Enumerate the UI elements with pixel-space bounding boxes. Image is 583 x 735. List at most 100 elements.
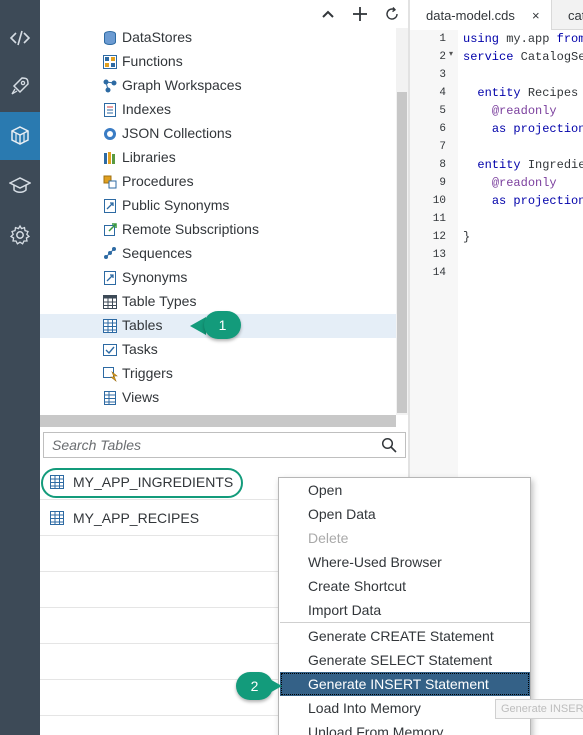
menu-separator	[280, 622, 530, 623]
menu-item-label: Generate CREATE Statement	[308, 628, 494, 644]
sidebar-item-learning[interactable]	[0, 161, 40, 209]
close-icon[interactable]: ×	[532, 8, 540, 23]
tree-item-label: Indexes	[122, 101, 172, 117]
refresh-icon	[386, 7, 398, 20]
collapse-button[interactable]	[318, 4, 338, 24]
tree-item-datastores[interactable]: DataStores	[40, 26, 396, 50]
editor-tabbar: data-model.cds × cat	[410, 0, 583, 30]
line-number: 5	[439, 105, 446, 117]
sequence-icon	[104, 247, 116, 259]
trigger-icon	[103, 367, 118, 382]
table-type-icon	[103, 295, 117, 309]
datastore-icon	[104, 31, 116, 45]
code-line: 12}	[410, 229, 583, 247]
procedure-icon	[103, 175, 117, 189]
tree-item-label: Synonyms	[122, 269, 188, 285]
menu-item-label: Unload From Memory	[308, 724, 444, 735]
tree-item-label: Tasks	[122, 341, 158, 357]
code-line: 5 @readonly	[410, 103, 583, 121]
tab-label: data-model.cds	[426, 7, 515, 23]
menu-item-generate-select-statement[interactable]: Generate SELECT Statement	[280, 648, 530, 672]
fold-icon[interactable]: ▾	[449, 49, 453, 59]
code-text: @readonly	[491, 104, 557, 118]
sidebar-item-development[interactable]	[0, 14, 40, 62]
task-icon	[103, 344, 117, 356]
chevron-up-icon	[322, 10, 334, 18]
tree-horizontal-scrollbar[interactable]	[40, 415, 396, 427]
tree-item-label: Procedures	[122, 173, 194, 189]
code-text: }	[463, 230, 471, 244]
index-icon	[104, 103, 116, 117]
tree-item-libraries[interactable]: Libraries	[40, 146, 396, 170]
tree-item-remote-subscriptions[interactable]: Remote Subscriptions	[40, 218, 396, 242]
code-line: 3	[410, 67, 583, 85]
remote-subscription-icon	[104, 223, 117, 236]
tree-item-synonyms[interactable]: Synonyms	[40, 266, 396, 290]
refresh-button[interactable]	[382, 4, 402, 24]
public-synonym-icon	[104, 199, 116, 213]
menu-item-create-shortcut[interactable]: Create Shortcut	[280, 574, 530, 598]
context-menu: Open Open Data Delete Where-Used Browser Cre…	[278, 477, 531, 735]
code-line: 13	[410, 247, 583, 265]
search-input[interactable]	[44, 433, 374, 457]
menu-item-label: Where-Used Browser	[308, 554, 442, 570]
code-line: 14	[410, 265, 583, 283]
callout-2-pointer	[266, 677, 282, 695]
tree-item-label: Remote Subscriptions	[122, 221, 259, 237]
line-number: 9	[439, 177, 446, 189]
tree-item-json-collections[interactable]: JSON Collections	[40, 122, 396, 146]
gear-icon	[9, 224, 31, 245]
tree-item-public-synonyms[interactable]: Public Synonyms	[40, 194, 396, 218]
menu-item-label: Open	[308, 482, 343, 498]
code-text: entity Ingredient	[477, 158, 583, 172]
tree-item-graph-workspaces[interactable]: Graph Workspaces	[40, 74, 396, 98]
tree-item-indexes[interactable]: Indexes	[40, 98, 396, 122]
tab-data-model[interactable]: data-model.cds	[410, 0, 552, 30]
menu-item-load-into-memory[interactable]: Load Into Memory	[280, 696, 530, 720]
menu-item-open-data[interactable]: Open Data	[280, 502, 530, 526]
tree-item-label: Sequences	[122, 245, 193, 261]
synonym-icon	[104, 271, 116, 285]
code-text: using my.app from	[463, 32, 583, 46]
menu-item-generate-insert-statement[interactable]: Generate INSERT Statement	[280, 672, 530, 696]
add-button[interactable]	[350, 4, 370, 24]
sidebar-item-settings[interactable]	[0, 211, 40, 259]
line-number: 6	[439, 123, 446, 135]
sidebar-item-database-explorer[interactable]	[0, 112, 40, 160]
tree-scrollbar-thumb[interactable]	[397, 92, 407, 413]
function-icon	[103, 55, 117, 69]
graph-icon	[103, 79, 117, 93]
sidebar-item-deploy[interactable]	[0, 62, 40, 110]
tree-item-functions[interactable]: Functions	[40, 50, 396, 74]
menu-item-generate-create-statement[interactable]: Generate CREATE Statement	[280, 624, 530, 648]
tree-item-label: JSON Collections	[122, 125, 232, 141]
menu-item-label: Open Data	[308, 506, 376, 522]
code-line: 7	[410, 139, 583, 157]
tree-item-label: Graph Workspaces	[122, 77, 242, 93]
code-line: 6 as projection o	[410, 121, 583, 139]
code-line: 10 as projection o	[410, 193, 583, 211]
menu-tooltip: Generate INSERT Statement	[495, 699, 583, 719]
tree-item-label: Tables	[122, 317, 163, 333]
search-icon[interactable]	[381, 437, 397, 453]
menu-item-where-used-browser[interactable]: Where-Used Browser	[280, 550, 530, 574]
menu-item-open[interactable]: Open	[280, 478, 530, 502]
tab-cat[interactable]: cat	[552, 0, 583, 30]
tree-item-tasks[interactable]: Tasks	[40, 338, 396, 362]
code-icon	[9, 30, 31, 46]
code-text: as projection o	[491, 122, 583, 136]
menu-item-label: Delete	[308, 530, 349, 546]
tree-item-sequences[interactable]: Sequences	[40, 242, 396, 266]
tree-item-triggers[interactable]: Triggers	[40, 362, 396, 386]
menu-item-unload-from-memory[interactable]: Unload From Memory	[280, 720, 530, 735]
catalog-tree-panel: DataStores Functions Graph Workspaces Index…	[40, 0, 408, 427]
line-number: 3	[439, 69, 446, 81]
line-number: 8	[439, 159, 446, 171]
tree-item-views[interactable]: Views	[40, 386, 396, 410]
tree-item-procedures[interactable]: Procedures	[40, 170, 396, 194]
tree-item-label: Functions	[122, 53, 183, 69]
code-text: as projection o	[491, 194, 583, 208]
menu-item-import-data[interactable]: Import Data	[280, 598, 530, 622]
json-icon	[104, 128, 116, 140]
list-item-label: MY_APP_RECIPES	[73, 510, 200, 526]
